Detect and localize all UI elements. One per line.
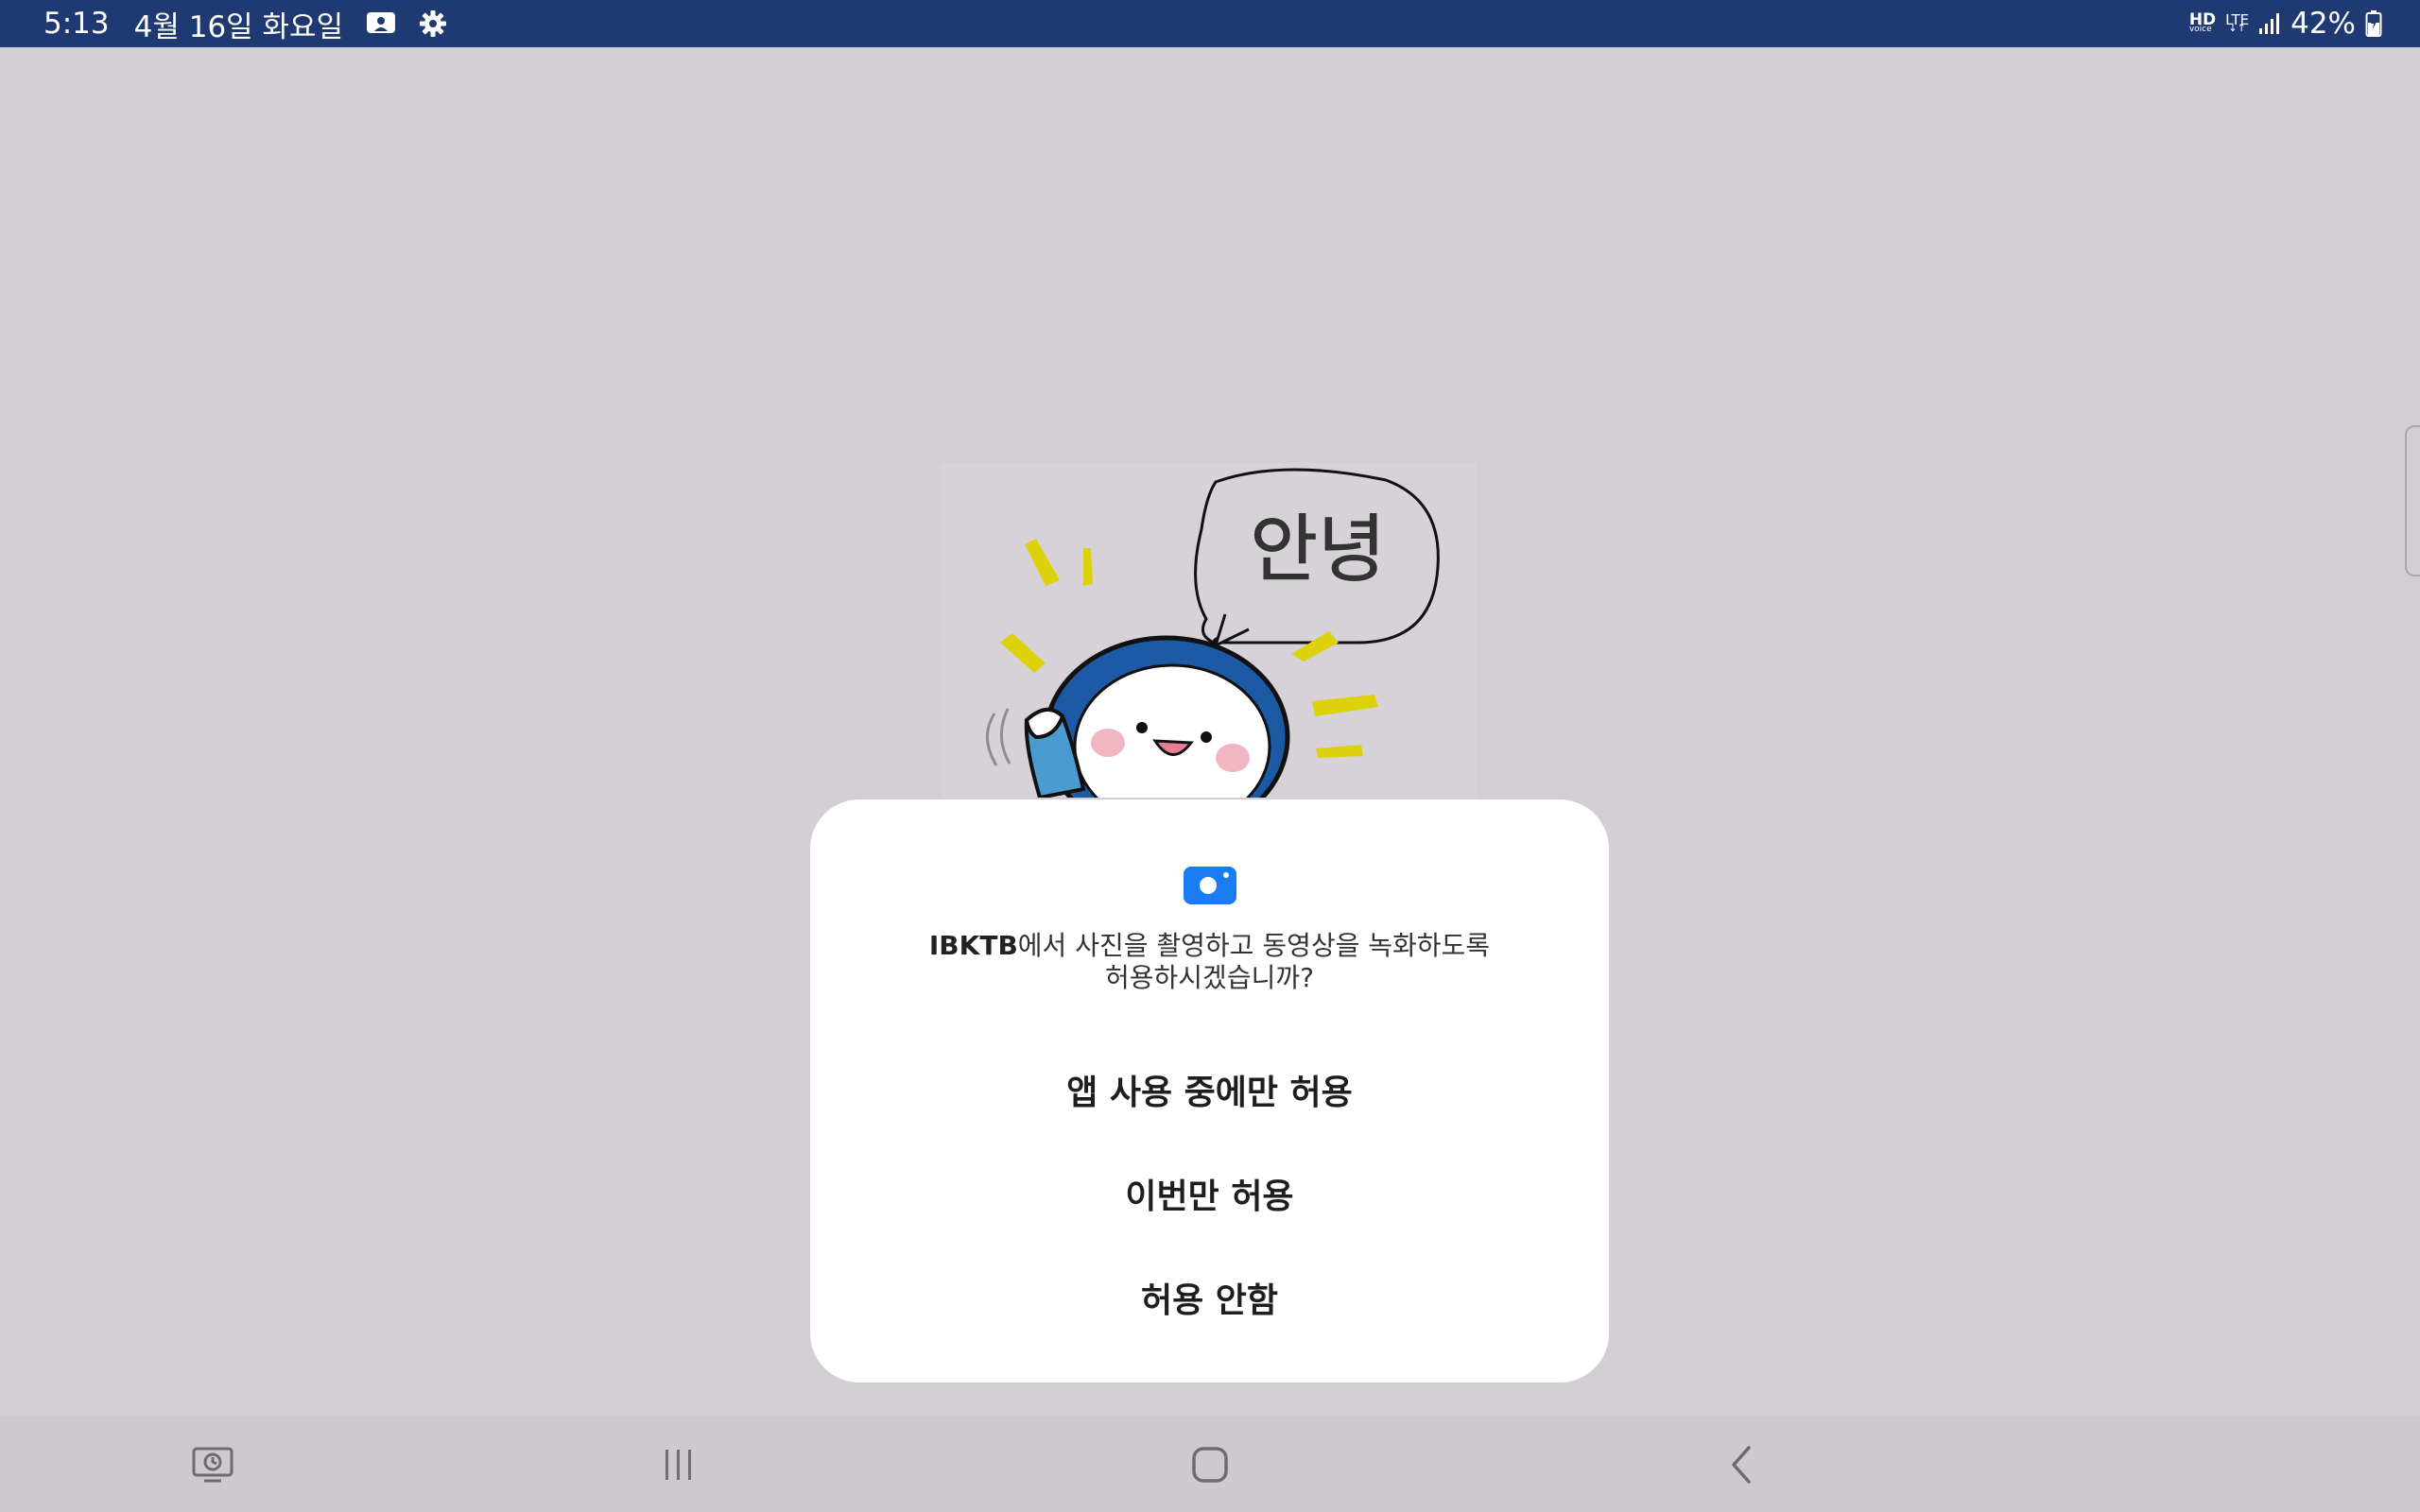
status-date: 4월 16일 화요일 <box>133 9 344 44</box>
home-icon[interactable] <box>1182 1436 1238 1493</box>
lte-indicator: LTE ↓↑ <box>2225 10 2250 35</box>
hd-voice-indicator: HD voice <box>2188 10 2217 34</box>
allow-once-button[interactable]: 이번만 허용 <box>867 1151 1552 1236</box>
speech-bubble-text: 안녕 <box>1250 507 1386 593</box>
permission-message-line1: 에서 사진을 촬영하고 동영상을 녹화하도록 <box>1017 930 1491 961</box>
deny-button[interactable]: 허용 안함 <box>867 1255 1552 1340</box>
battery-percentage: 42% <box>2290 7 2356 41</box>
status-time: 5:13 <box>43 7 110 41</box>
recent-apps-screenshot-icon[interactable] <box>184 1436 241 1493</box>
camera-permission-dialog: IBKTB에서 사진을 촬영하고 동영상을 녹화하도록 허용하시겠습니까? 앱 … <box>810 799 1609 1383</box>
navigation-bar <box>0 1416 2420 1512</box>
permission-message-line2: 허용하시겠습니까? <box>1105 962 1314 993</box>
screen-recorder-icon <box>366 10 396 37</box>
battery-charging-icon <box>2365 10 2382 37</box>
camera-icon <box>1183 864 1237 905</box>
permission-message: IBKTB에서 사진을 촬영하고 동영상을 녹화하도록 허용하시겠습니까? <box>867 930 1552 994</box>
mascot-illustration: 안녕 <box>942 463 1477 798</box>
recents-icon[interactable] <box>650 1436 707 1493</box>
settings-gear-icon <box>419 9 447 38</box>
back-icon[interactable] <box>1713 1436 1770 1493</box>
app-name: IBKTB <box>928 930 1018 961</box>
edge-panel-handle[interactable] <box>2405 425 2420 576</box>
allow-while-using-button[interactable]: 앱 사용 중에만 허용 <box>867 1047 1552 1132</box>
status-bar: 5:13 4월 16일 화요일 HD voice LTE ↓↑ 42% <box>0 0 2420 47</box>
signal-strength-icon <box>2258 12 2281 35</box>
